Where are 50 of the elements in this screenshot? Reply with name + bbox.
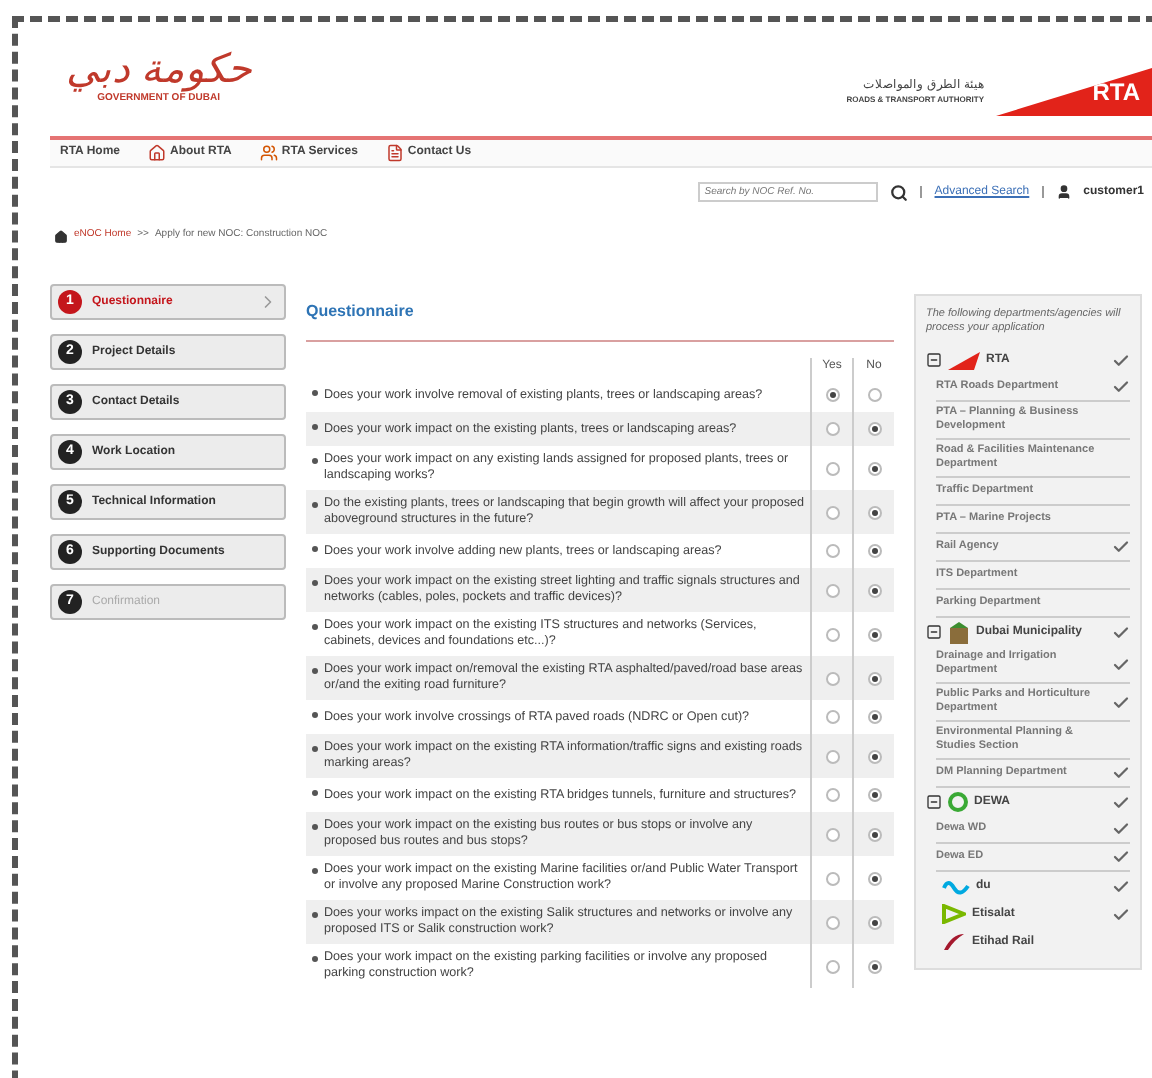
- radio-button[interactable]: [867, 827, 881, 841]
- radio-button[interactable]: [825, 959, 839, 973]
- radio-button[interactable]: [867, 915, 881, 929]
- radio-button[interactable]: [867, 749, 881, 763]
- radio-button[interactable]: [825, 788, 839, 802]
- circle-logo-icon: [948, 792, 968, 812]
- radio-button[interactable]: [825, 827, 839, 841]
- radio-button[interactable]: [825, 422, 839, 436]
- radio-button[interactable]: [867, 422, 881, 436]
- radio-button[interactable]: [825, 505, 839, 519]
- collapse-icon[interactable]: [926, 794, 942, 810]
- radio-button[interactable]: [825, 671, 839, 685]
- people-icon: [259, 144, 278, 162]
- radio-button[interactable]: [867, 710, 881, 724]
- radio-button[interactable]: [825, 915, 839, 929]
- search-icon[interactable]: [890, 183, 909, 201]
- radio-button[interactable]: [867, 788, 881, 802]
- house-icon: [148, 144, 166, 162]
- radio-button[interactable]: [867, 461, 881, 475]
- radio-button[interactable]: [867, 671, 881, 685]
- user-icon: [1055, 184, 1072, 200]
- radio-button[interactable]: [825, 583, 839, 597]
- collapse-icon[interactable]: [926, 624, 942, 640]
- building-logo-icon: [948, 621, 970, 643]
- check-icon: [1112, 693, 1130, 711]
- radio-button[interactable]: [825, 544, 839, 558]
- radio-button[interactable]: [825, 461, 839, 475]
- radio-button[interactable]: [867, 959, 881, 973]
- radio-button[interactable]: [867, 583, 881, 597]
- collapse-icon[interactable]: [926, 352, 942, 368]
- authority-logo: RTA: [996, 68, 1152, 116]
- radio-button[interactable]: [825, 627, 839, 641]
- document-icon: [385, 144, 404, 162]
- leaf-logo-icon: [942, 904, 966, 924]
- radio-button[interactable]: [825, 388, 839, 402]
- radio-button[interactable]: [867, 627, 881, 641]
- wave-logo-icon: [942, 877, 970, 895]
- radio-button[interactable]: [867, 505, 881, 519]
- triangle-logo-icon: [948, 351, 980, 369]
- swoosh-logo-icon: [942, 932, 966, 952]
- radio-button[interactable]: [867, 388, 881, 402]
- home-icon[interactable]: [54, 229, 68, 243]
- radio-button[interactable]: [867, 544, 881, 558]
- section-title: Questionnaire: [306, 302, 414, 320]
- radio-button[interactable]: [825, 749, 839, 763]
- check-icon: [1112, 538, 1130, 556]
- radio-button[interactable]: [825, 871, 839, 885]
- radio-button[interactable]: [867, 871, 881, 885]
- government-logo-arabic: حكومة دبي: [66, 48, 252, 92]
- radio-button[interactable]: [825, 710, 839, 724]
